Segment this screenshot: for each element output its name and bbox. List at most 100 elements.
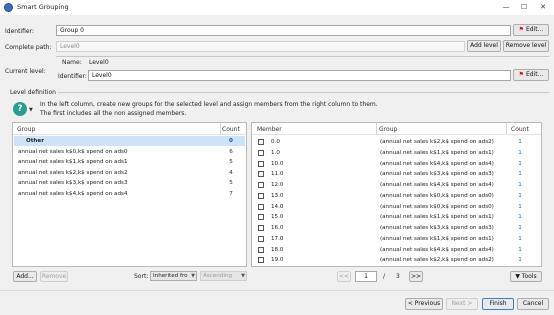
- member-checkbox[interactable]: [258, 246, 264, 253]
- level-edit-button[interactable]: ⚑ Edit...: [513, 69, 549, 81]
- member-checkbox[interactable]: [258, 203, 264, 210]
- member-row[interactable]: 19.0 (annual net sales k$2,k$ spend on ad…: [253, 255, 540, 265]
- tools-dropdown-button[interactable]: ▼ Tools: [510, 271, 542, 282]
- member-group: (annual net sales k$1,k$ spend on ads1): [380, 149, 494, 156]
- edit-label: Edit...: [525, 71, 544, 78]
- member-value: 13.0: [271, 192, 284, 199]
- current-level-label: Current level:: [5, 68, 46, 75]
- close-icon[interactable]: ✕: [536, 2, 550, 13]
- member-column-header[interactable]: Member: [257, 126, 282, 133]
- member-row[interactable]: 17.0 (annual net sales k$1,k$ spend on ad…: [253, 234, 540, 244]
- member-checkbox[interactable]: [258, 192, 264, 199]
- chevron-down-icon: ▼: [191, 273, 195, 279]
- complete-path-label: Complete path:: [5, 44, 52, 51]
- level-identifier-field[interactable]: Level0: [88, 70, 511, 81]
- minimize-icon[interactable]: —: [499, 2, 513, 13]
- member-value: 15.0: [271, 214, 284, 221]
- edit-icon: ⚑: [518, 26, 525, 33]
- member-group: (annual net sales k$3,k$ spend on ads3): [380, 225, 494, 231]
- last-page-button[interactable]: >>: [409, 271, 423, 282]
- maximize-icon[interactable]: ☐: [517, 2, 531, 13]
- member-checkbox[interactable]: [258, 149, 264, 156]
- group-name: annual net sales k$2,k$ spend on ads2: [18, 169, 128, 176]
- member-row[interactable]: 10.0 (annual net sales k$4,k$ spend on ad…: [253, 159, 540, 169]
- member-count-column-header[interactable]: Count: [511, 126, 529, 133]
- next-button[interactable]: Next >: [446, 298, 478, 310]
- help-text-line2: The first includes all the non assigned …: [40, 110, 187, 117]
- count-column-header[interactable]: Count: [222, 126, 240, 133]
- members-table: Member Group Count 0.0 (annual net sales …: [251, 122, 542, 267]
- member-row[interactable]: 1.0 (annual net sales k$1,k$ spend on ads…: [253, 148, 540, 158]
- group-column-header[interactable]: Group: [17, 126, 35, 133]
- member-row[interactable]: 13.0 (annual net sales k$0,k$ spend on ad…: [253, 191, 540, 201]
- sort-value: Inherited fro: [153, 273, 188, 279]
- member-checkbox[interactable]: [258, 182, 264, 188]
- identifier-field[interactable]: Group 0: [56, 25, 511, 36]
- member-group: (annual net sales k$4,k$ spend on ads4): [380, 246, 494, 253]
- remove-group-button[interactable]: Remove: [40, 271, 68, 282]
- member-checkbox[interactable]: [258, 235, 264, 242]
- group-row[interactable]: annual net sales k$1,k$ spend on ads1 5: [14, 157, 245, 167]
- member-checkbox[interactable]: [258, 171, 264, 178]
- group-count: 6: [229, 148, 233, 155]
- member-group-column-header[interactable]: Group: [379, 126, 397, 133]
- add-level-button[interactable]: Add level: [467, 40, 501, 52]
- finish-button[interactable]: Finish: [482, 298, 514, 310]
- title-bar: [0, 0, 554, 15]
- member-row[interactable]: 15.0 (annual net sales k$1,k$ spend on ad…: [253, 212, 540, 222]
- sort-dropdown[interactable]: Inherited fro ▼: [150, 271, 197, 281]
- column-divider: [220, 123, 221, 134]
- group-row[interactable]: annual net sales k$4,k$ spend on ads4 7: [14, 189, 245, 199]
- group-row[interactable]: annual net sales k$0,k$ spend on ads0 6: [14, 147, 245, 157]
- member-group: (annual net sales k$4,k$ spend on ads4): [380, 182, 494, 188]
- group-count: 0: [229, 138, 233, 144]
- identifier-edit-button[interactable]: ⚑ Edit...: [513, 24, 549, 36]
- member-value: 0.0: [271, 139, 280, 145]
- current-level-separator: [56, 56, 549, 57]
- previous-button[interactable]: < Previous: [405, 298, 443, 310]
- group-name: annual net sales k$1,k$ spend on ads1: [18, 159, 128, 165]
- member-value: 11.0: [271, 171, 284, 178]
- group-row[interactable]: Other 0: [14, 136, 245, 146]
- remove-level-button[interactable]: Remove level: [503, 40, 549, 52]
- member-count: 1: [518, 139, 522, 145]
- member-checkbox[interactable]: [258, 257, 264, 264]
- member-count: 1: [518, 149, 522, 156]
- member-row[interactable]: 14.0 (annual net sales k$0,k$ spend on ad…: [253, 202, 540, 212]
- member-count: 1: [518, 246, 522, 253]
- first-page-button[interactable]: <<: [337, 271, 351, 282]
- member-row[interactable]: 11.0 (annual net sales k$3,k$ spend on ad…: [253, 169, 540, 179]
- complete-path-field: Level0: [56, 41, 465, 52]
- help-dropdown-icon[interactable]: ▼: [29, 107, 33, 113]
- column-divider: [376, 123, 377, 134]
- member-row[interactable]: 0.0 (annual net sales k$2,k$ spend on ads…: [253, 137, 540, 147]
- member-checkbox[interactable]: [258, 139, 264, 145]
- help-icon[interactable]: ?: [13, 102, 27, 116]
- group-row[interactable]: annual net sales k$3,k$ spend on ads3 5: [14, 178, 245, 188]
- edit-icon: ⚑: [518, 71, 525, 78]
- member-row[interactable]: 18.0 (annual net sales k$4,k$ spend on ad…: [253, 245, 540, 255]
- member-value: 1.0: [271, 149, 280, 156]
- help-text-line1: In the left column, create new groups fo…: [40, 101, 378, 108]
- member-checkbox[interactable]: [258, 225, 264, 231]
- member-value: 12.0: [271, 182, 284, 188]
- column-divider: [506, 123, 507, 134]
- member-group: (annual net sales k$3,k$ spend on ads3): [380, 171, 494, 178]
- header-divider: [13, 134, 246, 135]
- group-row[interactable]: annual net sales k$2,k$ spend on ads2 4: [14, 168, 245, 178]
- page-input[interactable]: 1: [355, 271, 377, 282]
- member-checkbox[interactable]: [258, 160, 264, 167]
- order-dropdown[interactable]: Ascending ▼: [200, 271, 247, 281]
- group-name: annual net sales k$4,k$ spend on ads4: [18, 190, 128, 197]
- add-group-button[interactable]: Add...: [13, 271, 37, 282]
- member-group: (annual net sales k$0,k$ spend on ads0): [380, 203, 494, 210]
- member-checkbox[interactable]: [258, 214, 264, 221]
- edit-label: Edit...: [525, 26, 544, 33]
- cancel-button[interactable]: Cancel: [517, 298, 549, 310]
- level-definition-separator: [58, 92, 549, 93]
- member-row[interactable]: 12.0 (annual net sales k$4,k$ spend on ad…: [253, 180, 540, 190]
- level-name-value: Level0: [89, 59, 109, 66]
- member-row[interactable]: 16.0 (annual net sales k$3,k$ spend on ad…: [253, 223, 540, 233]
- group-name: Other: [26, 138, 44, 144]
- member-group: (annual net sales k$1,k$ spend on ads1): [380, 235, 494, 242]
